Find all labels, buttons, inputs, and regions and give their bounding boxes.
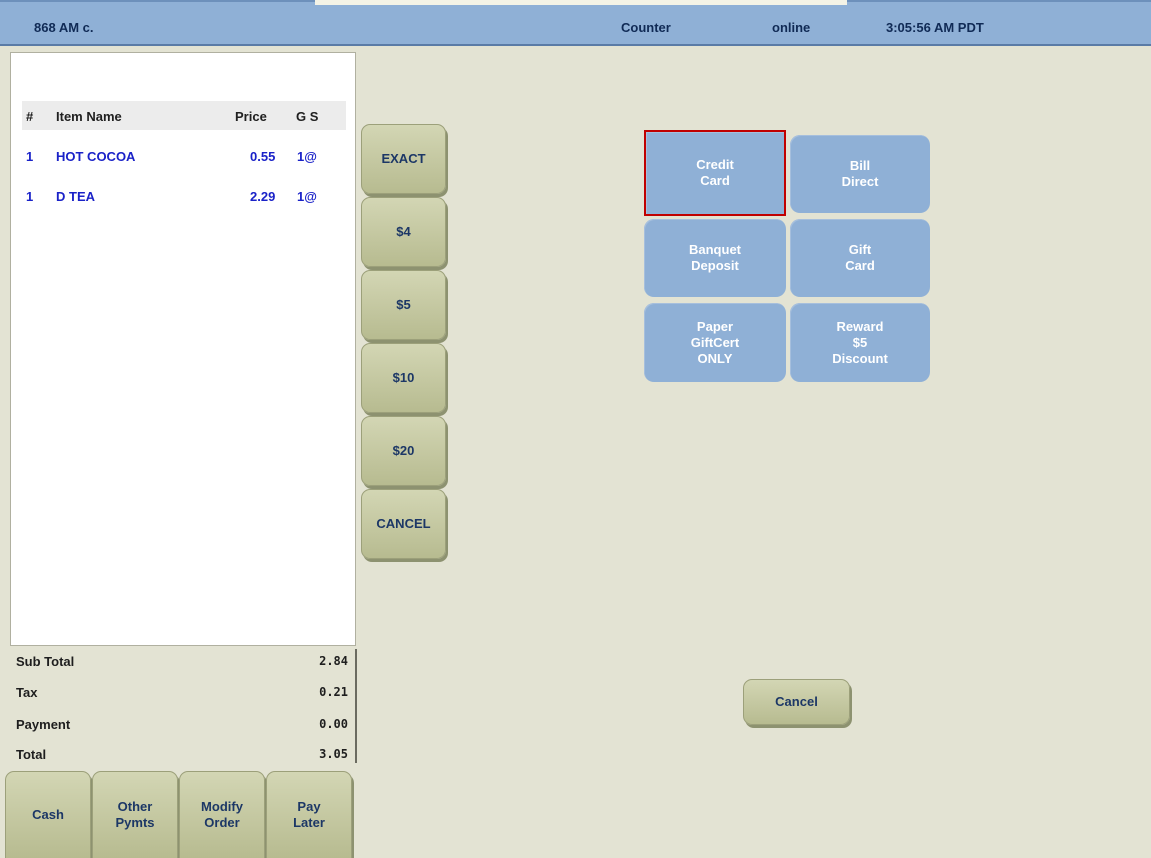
paper-giftcert-button[interactable]: Paper GiftCert ONLY: [644, 303, 786, 382]
modify-order-label-2: Order: [204, 815, 240, 830]
subtotal-value: 2.84: [319, 654, 348, 668]
other-payments-button[interactable]: Other Pymts: [92, 771, 178, 858]
credit-card-button[interactable]: Credit Card: [644, 130, 786, 216]
order-number: 868 AM c.: [34, 20, 94, 35]
order-totals: Sub Total 2.84 Tax 0.21 Payment 0.00 Tot…: [10, 649, 357, 763]
item-price: 2.29: [250, 189, 276, 204]
paper-giftcert-label-1: Paper: [696, 318, 734, 334]
total-value: 3.05: [319, 747, 348, 761]
bill-direct-label-1: Bill: [849, 158, 871, 173]
item-qty: 1: [26, 149, 34, 164]
service-mode: Counter: [621, 20, 671, 35]
other-payments-label-2: Pymts: [115, 815, 155, 830]
paper-giftcert-label-3: ONLY: [697, 350, 733, 366]
modify-order-label-1: Modify: [201, 799, 243, 814]
twenty-dollar-button[interactable]: $20: [361, 416, 446, 486]
reward-discount-label-2: $5: [852, 334, 868, 350]
gift-card-button[interactable]: Gift Card: [790, 219, 930, 297]
status-bar: 868 AM c. Counter online 3:05:56 AM PDT: [0, 0, 1151, 46]
banquet-deposit-button[interactable]: Banquet Deposit: [644, 219, 786, 297]
cancel-quick-cash-button[interactable]: CANCEL: [361, 489, 446, 559]
banquet-deposit-label-2: Deposit: [691, 258, 739, 273]
bill-direct-label-2: Direct: [841, 174, 879, 189]
tax-label: Tax: [16, 685, 38, 700]
items-header: # Item Name Price G S: [22, 101, 346, 130]
item-name: HOT COCOA: [56, 149, 136, 164]
other-payments-label-1: Other: [117, 799, 153, 814]
pay-later-label-1: Pay: [297, 799, 321, 814]
pay-later-label-2: Later: [293, 815, 325, 830]
col-gs: G S: [296, 109, 319, 124]
four-dollar-button[interactable]: $4: [361, 197, 446, 267]
total-label: Total: [16, 747, 47, 762]
paper-giftcert-label-2: GiftCert: [690, 334, 740, 350]
col-price: Price: [235, 109, 267, 124]
cash-button[interactable]: Cash: [5, 771, 91, 858]
banquet-deposit-label-1: Banquet: [689, 242, 741, 257]
item-price: 0.55: [250, 149, 276, 164]
gift-card-label-1: Gift: [848, 242, 872, 257]
five-dollar-button[interactable]: $5: [361, 270, 446, 340]
pay-later-button[interactable]: Pay Later: [266, 771, 352, 858]
payment-label: Payment: [16, 717, 71, 732]
top-divider: [315, 0, 847, 5]
item-name: D TEA: [56, 189, 95, 204]
connection-status: online: [772, 20, 811, 35]
order-items-panel: # Item Name Price G S 1 HOT COCOA 0.55 1…: [10, 52, 356, 646]
payment-value: 0.00: [319, 717, 348, 731]
tax-row: Tax 0.21: [16, 685, 348, 705]
ten-dollar-button[interactable]: $10: [361, 343, 446, 413]
bill-direct-button[interactable]: Bill Direct: [790, 135, 930, 213]
gift-card-label-2: Card: [845, 258, 875, 273]
subtotal-row: Sub Total 2.84: [16, 654, 348, 674]
clock: 3:05:56 AM PDT: [886, 20, 984, 35]
item-qty: 1: [26, 189, 34, 204]
order-item-row[interactable]: 1 HOT COCOA 0.55 1@: [22, 147, 352, 167]
payment-row: Payment 0.00: [16, 717, 348, 737]
total-row: Total 3.05: [16, 747, 348, 767]
cancel-button[interactable]: Cancel: [743, 679, 850, 725]
col-qty: #: [26, 109, 34, 124]
credit-card-label-2: Card: [700, 173, 730, 188]
item-gs: 1@: [297, 189, 317, 204]
subtotal-label: Sub Total: [16, 654, 75, 669]
reward-discount-button[interactable]: Reward $5 Discount: [790, 303, 930, 382]
order-item-row[interactable]: 1 D TEA 2.29 1@: [22, 187, 352, 207]
cash-label: Cash: [32, 807, 64, 822]
modify-order-button[interactable]: Modify Order: [179, 771, 265, 858]
reward-discount-label-3: Discount: [832, 350, 888, 366]
credit-card-label-1: Credit: [696, 157, 734, 172]
col-item-name: Item Name: [56, 109, 122, 124]
exact-amount-button[interactable]: EXACT: [361, 124, 446, 194]
reward-discount-label-1: Reward: [836, 318, 884, 334]
item-gs: 1@: [297, 149, 317, 164]
tax-value: 0.21: [319, 685, 348, 699]
